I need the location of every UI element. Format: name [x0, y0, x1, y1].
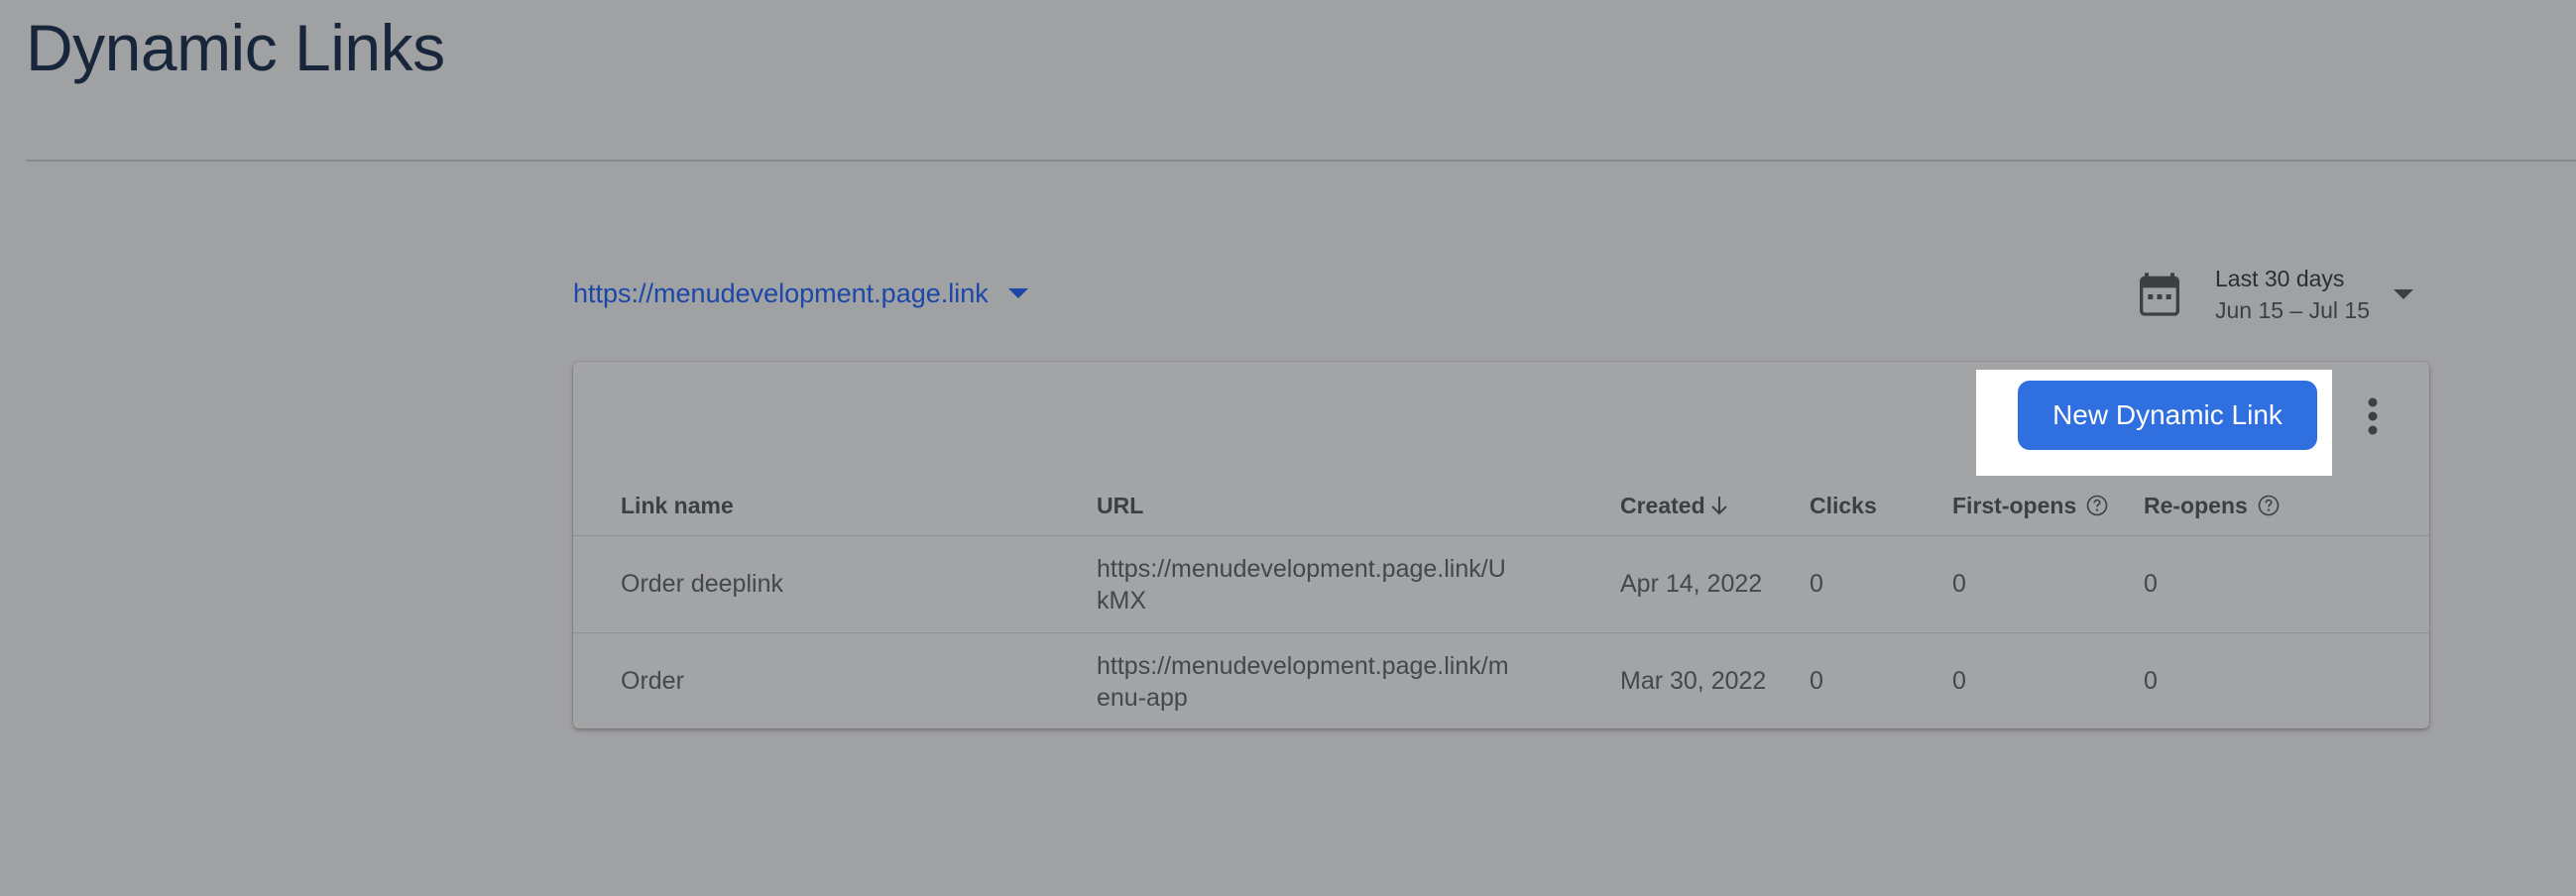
date-range-label: Last 30 days [2215, 266, 2345, 291]
chevron-down-icon [1007, 288, 1028, 298]
column-header-link-name[interactable]: Link name [621, 476, 734, 535]
created-cell: Apr 14, 2022 [1620, 570, 1763, 598]
url-line: https://menudevelopment.page.link/U [1097, 554, 1506, 583]
header-divider [26, 160, 2576, 162]
column-header-clicks[interactable]: Clicks [1810, 476, 1877, 535]
url-line: kMX [1097, 586, 1146, 615]
page-title: Dynamic Links [26, 11, 445, 84]
column-header-first-opens[interactable]: First-opens [1952, 476, 2108, 535]
column-header-re-opens-label: Re-opens [2144, 492, 2248, 518]
arrow-down-icon [1710, 497, 1727, 515]
url-cell: https://menudevelopment.page.link/m enu-… [1097, 633, 1563, 729]
table-header: Link name URL Created Clicks First-opens… [573, 476, 2429, 536]
domain-selector[interactable]: https://menudevelopment.page.link [573, 274, 1028, 313]
re-opens-cell: 0 [2144, 667, 2158, 695]
new-dynamic-link-button[interactable]: New Dynamic Link [2018, 381, 2317, 450]
column-header-created[interactable]: Created [1620, 476, 1729, 535]
column-header-url[interactable]: URL [1097, 476, 1143, 535]
date-range-dates: Jun 15 – Jul 15 [2215, 297, 2371, 323]
help-icon[interactable] [2086, 495, 2108, 516]
clicks-cell: 0 [1810, 570, 1823, 598]
first-opens-cell: 0 [1952, 667, 1966, 695]
clicks-cell: 0 [1810, 667, 1823, 695]
table-row[interactable]: Order deeplink https://menudevelopment.p… [573, 536, 2429, 633]
more-vert-icon [2368, 397, 2378, 435]
calendar-icon [2140, 273, 2179, 316]
link-name-cell: Order deeplink [621, 570, 783, 598]
domain-selector-value: https://menudevelopment.page.link [573, 278, 989, 308]
help-icon[interactable] [2258, 495, 2280, 516]
created-cell: Mar 30, 2022 [1620, 667, 1767, 695]
date-range-selector[interactable]: Last 30 days Jun 15 – Jul 15 [2140, 260, 2414, 329]
url-line: enu-app [1097, 683, 1188, 712]
chevron-down-icon [2394, 289, 2414, 299]
column-header-first-opens-label: First-opens [1952, 492, 2077, 518]
column-header-re-opens[interactable]: Re-opens [2144, 476, 2280, 535]
more-options-button[interactable] [2353, 392, 2393, 440]
url-cell: https://menudevelopment.page.link/U kMX [1097, 536, 1563, 632]
url-line: https://menudevelopment.page.link/m [1097, 651, 1509, 680]
table-row[interactable]: Order https://menudevelopment.page.link/… [573, 633, 2429, 729]
re-opens-cell: 0 [2144, 570, 2158, 598]
column-header-created-label: Created [1620, 492, 1705, 518]
link-name-cell: Order [621, 667, 684, 695]
first-opens-cell: 0 [1952, 570, 1966, 598]
